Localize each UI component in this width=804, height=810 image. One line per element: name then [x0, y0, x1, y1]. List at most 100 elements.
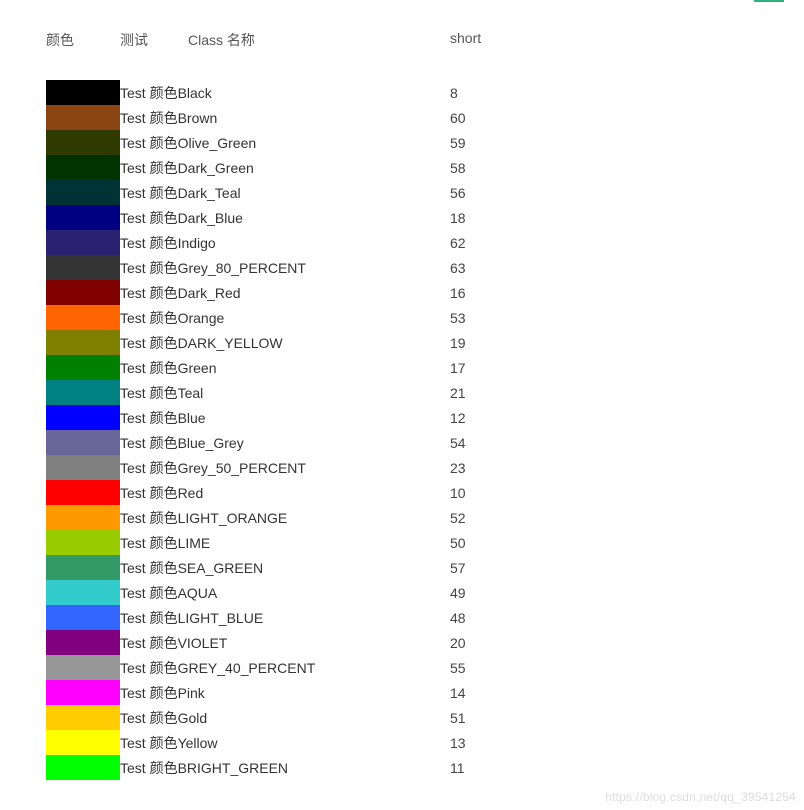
table-row: Test 颜色Teal21 [46, 380, 804, 405]
row-short: 18 [450, 210, 466, 226]
color-swatch [46, 480, 120, 505]
row-label: Test 颜色Indigo [120, 233, 450, 253]
table-row: Test 颜色VIOLET20 [46, 630, 804, 655]
color-swatch [46, 180, 120, 205]
row-short: 19 [450, 335, 466, 351]
row-short: 10 [450, 485, 466, 501]
top-accent-bar [754, 0, 784, 2]
color-swatch [46, 655, 120, 680]
color-swatch [46, 530, 120, 555]
row-short: 53 [450, 310, 466, 326]
table-row: Test 颜色Gold51 [46, 705, 804, 730]
row-label: Test 颜色Olive_Green [120, 133, 450, 153]
row-label: Test 颜色BRIGHT_GREEN [120, 758, 450, 778]
table-row: Test 颜色Black8 [46, 80, 804, 105]
row-label: Test 颜色LIGHT_ORANGE [120, 508, 450, 528]
color-swatch [46, 630, 120, 655]
table-row: Test 颜色Yellow13 [46, 730, 804, 755]
color-swatch [46, 555, 120, 580]
table-row: Test 颜色LIME50 [46, 530, 804, 555]
row-label: Test 颜色Black [120, 83, 450, 103]
row-short: 12 [450, 410, 466, 426]
row-short: 16 [450, 285, 466, 301]
table-row: Test 颜色Red10 [46, 480, 804, 505]
row-short: 57 [450, 560, 466, 576]
table-header: 颜色 测试 Class 名称 short [46, 30, 804, 50]
row-label: Test 颜色Orange [120, 308, 450, 328]
color-swatch [46, 280, 120, 305]
row-label: Test 颜色GREY_40_PERCENT [120, 658, 450, 678]
table-row: Test 颜色DARK_YELLOW19 [46, 330, 804, 355]
table-row: Test 颜色Dark_Green58 [46, 155, 804, 180]
table-row: Test 颜色Grey_50_PERCENT23 [46, 455, 804, 480]
row-label: Test 颜色Dark_Teal [120, 183, 450, 203]
row-label: Test 颜色Grey_80_PERCENT [120, 258, 450, 278]
page-container: 颜色 测试 Class 名称 short Test 颜色Black8Test 颜… [0, 0, 804, 780]
row-label: Test 颜色Dark_Red [120, 283, 450, 303]
row-short: 8 [450, 85, 458, 101]
table-row: Test 颜色Grey_80_PERCENT63 [46, 255, 804, 280]
row-short: 52 [450, 510, 466, 526]
row-label: Test 颜色Grey_50_PERCENT [120, 458, 450, 478]
table-row: Test 颜色LIGHT_BLUE48 [46, 605, 804, 630]
row-short: 54 [450, 435, 466, 451]
table-row: Test 颜色Indigo62 [46, 230, 804, 255]
color-swatch [46, 405, 120, 430]
row-label: Test 颜色SEA_GREEN [120, 558, 450, 578]
row-label: Test 颜色VIOLET [120, 633, 450, 653]
row-short: 63 [450, 260, 466, 276]
row-short: 13 [450, 735, 466, 751]
color-swatch [46, 305, 120, 330]
row-short: 11 [450, 760, 465, 776]
row-short: 56 [450, 185, 466, 201]
row-short: 48 [450, 610, 466, 626]
color-swatch [46, 680, 120, 705]
table-row: Test 颜色Olive_Green59 [46, 130, 804, 155]
row-label: Test 颜色LIGHT_BLUE [120, 608, 450, 628]
table-row: Test 颜色LIGHT_ORANGE52 [46, 505, 804, 530]
row-label: Test 颜色Blue_Grey [120, 433, 450, 453]
color-swatch [46, 580, 120, 605]
row-short: 62 [450, 235, 466, 251]
color-swatch [46, 455, 120, 480]
color-swatch [46, 355, 120, 380]
row-short: 50 [450, 535, 466, 551]
color-swatch [46, 730, 120, 755]
row-short: 20 [450, 635, 466, 651]
table-row: Test 颜色Dark_Blue18 [46, 205, 804, 230]
table-row: Test 颜色Brown60 [46, 105, 804, 130]
header-color: 颜色 [46, 30, 120, 50]
table-row: Test 颜色Blue_Grey54 [46, 430, 804, 455]
row-short: 21 [450, 385, 466, 401]
color-swatch [46, 230, 120, 255]
row-label: Test 颜色Teal [120, 383, 450, 403]
row-short: 17 [450, 360, 466, 376]
color-swatch [46, 380, 120, 405]
row-short: 51 [450, 710, 466, 726]
color-swatch [46, 330, 120, 355]
color-swatch [46, 130, 120, 155]
table-row: Test 颜色SEA_GREEN57 [46, 555, 804, 580]
row-label: Test 颜色Pink [120, 683, 450, 703]
row-label: Test 颜色Dark_Green [120, 158, 450, 178]
row-short: 59 [450, 135, 466, 151]
color-swatch [46, 155, 120, 180]
color-swatch [46, 430, 120, 455]
table-row: Test 颜色BRIGHT_GREEN11 [46, 755, 804, 780]
row-label: Test 颜色Green [120, 358, 450, 378]
watermark-text: https://blog.csdn.net/qq_39541254 [605, 790, 796, 804]
table-row: Test 颜色Orange53 [46, 305, 804, 330]
row-label: Test 颜色Brown [120, 108, 450, 128]
color-swatch [46, 80, 120, 105]
row-label: Test 颜色DARK_YELLOW [120, 333, 450, 353]
row-short: 49 [450, 585, 466, 601]
table-row: Test 颜色AQUA49 [46, 580, 804, 605]
table-row: Test 颜色Dark_Teal56 [46, 180, 804, 205]
table-body: Test 颜色Black8Test 颜色Brown60Test 颜色Olive_… [46, 80, 804, 780]
color-swatch [46, 505, 120, 530]
row-short: 60 [450, 110, 466, 126]
color-swatch [46, 605, 120, 630]
color-swatch [46, 705, 120, 730]
color-swatch [46, 755, 120, 780]
header-test: 测试 [120, 30, 188, 50]
